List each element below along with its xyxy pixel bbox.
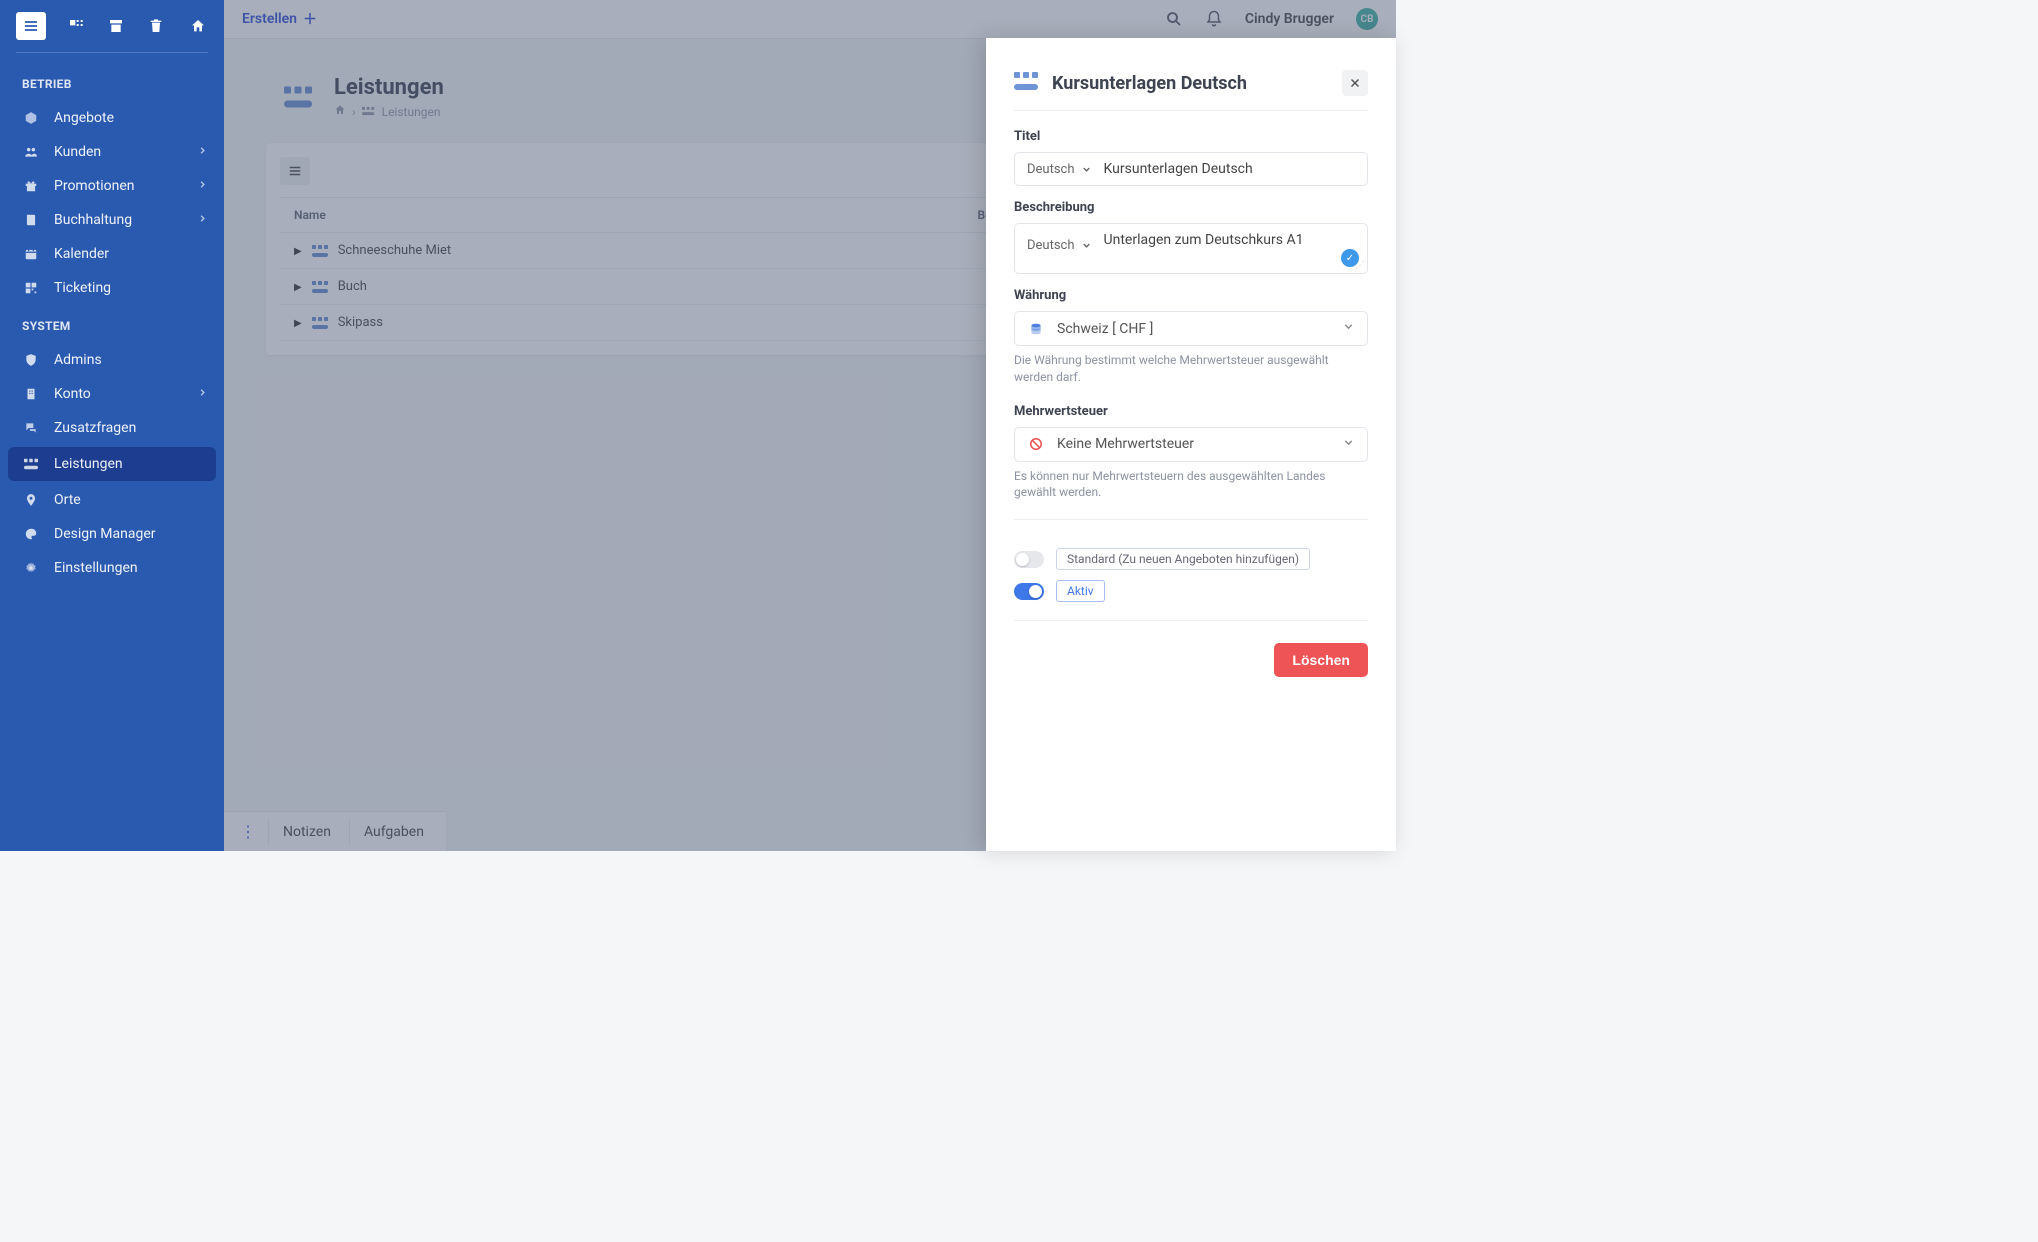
nav-label: Einstellungen — [54, 560, 138, 576]
building-icon — [22, 385, 40, 403]
archive-icon[interactable] — [106, 16, 126, 36]
home-icon[interactable] — [188, 16, 208, 36]
check-icon: ✓ — [1341, 249, 1359, 267]
sidebar-item-angebote[interactable]: Angebote — [0, 101, 224, 135]
vat-select[interactable]: Keine Mehrwertsteuer — [1014, 427, 1368, 462]
sidebar-item-promotionen[interactable]: Promotionen — [0, 169, 224, 203]
book-icon — [22, 211, 40, 229]
currency-label: Währung — [1014, 288, 1368, 303]
sidebar-item-kalender[interactable]: Kalender — [0, 237, 224, 271]
vat-label: Mehrwertsteuer — [1014, 404, 1368, 419]
nav-label: Konto — [54, 386, 91, 402]
sidebar-item-buchhaltung[interactable]: Buchhaltung — [0, 203, 224, 237]
currency-help: Die Währung bestimmt welche Mehrwertsteu… — [1014, 352, 1368, 386]
add-item-icon[interactable] — [66, 16, 86, 36]
chat-icon — [22, 419, 40, 437]
nav-label: Leistungen — [54, 456, 123, 472]
vat-value: Keine Mehrwertsteuer — [1057, 436, 1194, 452]
blocks-icon — [22, 455, 40, 473]
nav-label: Angebote — [54, 110, 114, 126]
calendar-icon — [22, 245, 40, 263]
gift-icon — [22, 177, 40, 195]
chevron-down-icon — [1342, 320, 1355, 337]
nav-label: Kunden — [54, 144, 101, 160]
detail-panel: Kursunterlagen Deutsch Titel Deutsch Bes… — [986, 38, 1396, 851]
desc-field: Deutsch ✓ ⋰ — [1014, 223, 1368, 274]
close-button[interactable] — [1342, 70, 1368, 96]
vat-help: Es können nur Mehrwertsteuern des ausgew… — [1014, 468, 1368, 502]
menu-toggle-button[interactable] — [16, 12, 46, 40]
panel-title: Kursunterlagen Deutsch — [1052, 73, 1247, 94]
currency-select[interactable]: Schweiz [ CHF ] — [1014, 311, 1368, 346]
sidebar-item-einstellungen[interactable]: Einstellungen — [0, 551, 224, 585]
nav-label: Promotionen — [54, 178, 135, 194]
gear-icon — [22, 559, 40, 577]
nav-label: Admins — [54, 352, 102, 368]
sidebar-section-system: SYSTEM — [0, 305, 224, 343]
qr-icon — [22, 279, 40, 297]
sidebar-item-orte[interactable]: Orte — [0, 483, 224, 517]
currency-icon — [1027, 322, 1045, 336]
shield-icon — [22, 351, 40, 369]
users-icon — [22, 143, 40, 161]
delete-button[interactable]: Löschen — [1274, 643, 1368, 677]
palette-icon — [22, 525, 40, 543]
sidebar: BETRIEB Angebote Kunden Promotionen Buchhal… — [0, 0, 224, 851]
sidebar-item-kunden[interactable]: Kunden — [0, 135, 224, 169]
standard-toggle-label: Standard (Zu neuen Angeboten hinzufügen) — [1056, 548, 1310, 570]
no-vat-icon — [1027, 437, 1045, 451]
chevron-right-icon — [197, 144, 208, 160]
desc-input[interactable] — [1104, 232, 1355, 248]
chevron-down-icon — [1342, 436, 1355, 453]
nav-label: Design Manager — [54, 526, 156, 542]
nav-label: Orte — [54, 492, 81, 508]
sidebar-item-admins[interactable]: Admins — [0, 343, 224, 377]
desc-lang-select[interactable]: Deutsch — [1027, 238, 1092, 253]
panel-icon — [1014, 72, 1038, 94]
standard-toggle[interactable] — [1014, 551, 1044, 568]
sidebar-item-konto[interactable]: Konto — [0, 377, 224, 411]
desc-label: Beschreibung — [1014, 200, 1368, 215]
sidebar-item-zusatzfragen[interactable]: Zusatzfragen — [0, 411, 224, 445]
title-lang-select[interactable]: Deutsch — [1027, 162, 1092, 177]
nav-label: Ticketing — [54, 280, 111, 296]
currency-value: Schweiz [ CHF ] — [1057, 321, 1153, 337]
nav-label: Buchhaltung — [54, 212, 132, 228]
chevron-right-icon — [197, 212, 208, 228]
chevron-right-icon — [197, 178, 208, 194]
chevron-right-icon — [197, 386, 208, 402]
sidebar-item-ticketing[interactable]: Ticketing — [0, 271, 224, 305]
active-toggle[interactable] — [1014, 583, 1044, 600]
title-input[interactable] — [1104, 161, 1355, 177]
sidebar-section-betrieb: BETRIEB — [0, 63, 224, 101]
title-label: Titel — [1014, 129, 1368, 144]
title-field: Deutsch — [1014, 152, 1368, 186]
trash-icon[interactable] — [146, 16, 166, 36]
nav-label: Kalender — [54, 246, 109, 262]
pin-icon — [22, 491, 40, 509]
active-toggle-label: Aktiv — [1056, 580, 1105, 602]
sidebar-item-design-manager[interactable]: Design Manager — [0, 517, 224, 551]
cube-icon — [22, 109, 40, 127]
sidebar-item-leistungen[interactable]: Leistungen — [8, 447, 216, 481]
nav-label: Zusatzfragen — [54, 420, 136, 436]
